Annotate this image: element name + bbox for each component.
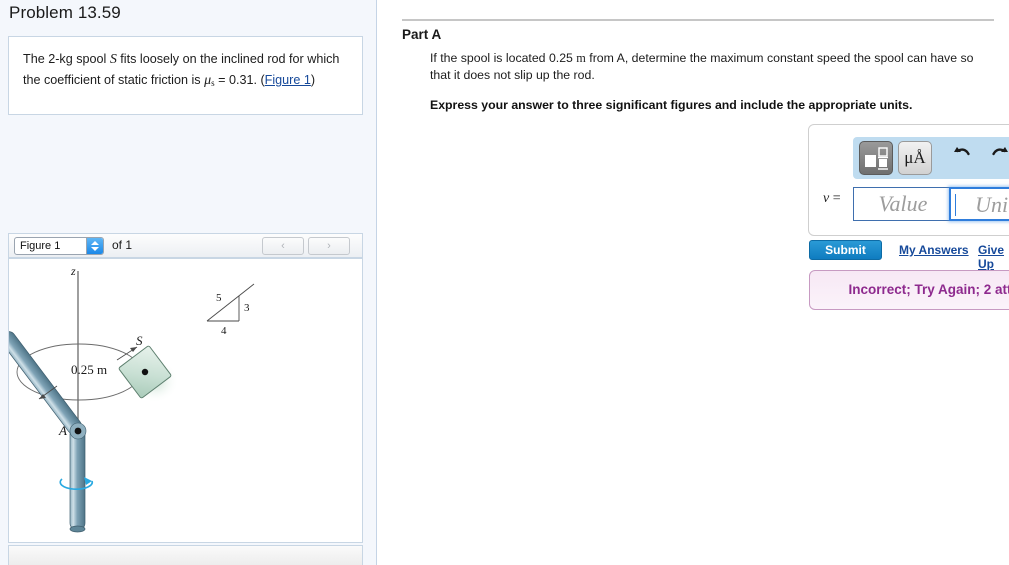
part-title: Part A [402,27,442,42]
stepper-up-icon [91,241,99,245]
vertical-rod [69,426,86,531]
triangle-hyp-label: 5 [216,292,222,304]
figure-select-value: Figure 1 [20,240,61,252]
page-title: Problem 13.59 [9,3,121,22]
figure-prev-button[interactable]: ‹ [262,237,304,255]
undo-arrow-icon [954,147,970,156]
problem-statement-box: The 2-kg spool S fits loosely on the inc… [8,36,363,115]
problem-panel: Problem 13.59 The 2-kg spool S fits loos… [0,0,377,565]
submit-button[interactable]: Submit [809,240,882,260]
redo-arrow-icon [992,147,1008,156]
figure-bottom-bar [8,545,363,565]
figure-stepper-arrows[interactable] [86,238,103,254]
math-template-button[interactable] [859,141,893,175]
my-answers-link[interactable]: My Answers [899,243,969,257]
problem-statement-text: The 2-kg spool S fits loosely on the inc… [23,49,353,93]
units-button[interactable]: μÅ [898,141,932,175]
point-a-marker [74,427,82,435]
answer-entry-box: μÅ v = Value Uni [808,124,1009,236]
give-up-link[interactable]: Give Up [978,243,1009,271]
rod-bottom-cap [69,525,86,533]
statement-post: ) [310,73,316,87]
figure-count-label: of 1 [112,238,133,252]
figure-panel: z A S 0.25 m 5 3 4 [8,258,363,543]
math-template-icon [865,147,888,170]
instruction-text: Express your answer to three significant… [430,98,913,112]
redo-icon[interactable] [983,141,1009,175]
figure-toolbar: Figure 1 of 1 ‹ › [8,233,363,258]
units-input[interactable]: Units [949,187,1009,221]
z-axis-label: z [70,264,76,278]
figure-next-button[interactable]: › [308,237,350,255]
text-caret [955,194,956,216]
inclined-rod [9,331,83,435]
point-a-label: A [58,423,67,438]
feedback-banner: Incorrect; Try Again; 2 attempts remaini… [809,270,1009,310]
rod-spool-diagram: z A S 0.25 m 5 3 4 [9,264,255,533]
figure-1-link[interactable]: Figure 1 [265,73,311,87]
spool-symbol: S [109,52,117,67]
answer-variable-label: v = [823,191,841,206]
statement-pre: The 2-kg spool [23,52,110,66]
question-text: If the spool is located 0.25 m from A, d… [430,50,995,84]
part-divider [402,19,994,21]
part-panel: Part A If the spool is located 0.25 m fr… [378,0,1009,565]
undo-icon[interactable] [945,141,979,175]
dimension-label: 0.25 m [71,362,107,377]
figure-select[interactable]: Figure 1 [14,237,104,255]
page-root: Problem 13.59 The 2-kg spool S fits loos… [0,0,1009,565]
question-pre: If the spool is located 0.25 [430,51,577,65]
stepper-down-icon [91,247,99,251]
feedback-message: Incorrect; Try Again; 2 attempts remaini… [848,282,1009,297]
units-placeholder-text: Units [975,192,1009,217]
spool-center-dot [141,368,149,376]
triangle-horizontal-label: 4 [221,325,227,337]
triangle-vertical-label: 3 [244,302,250,314]
math-toolbar: μÅ [853,137,1009,179]
statement-value: = 0.31. ( [214,73,265,87]
value-input[interactable]: Value [853,187,953,221]
spool-label: S [136,333,143,348]
question-unit: m [576,51,586,65]
